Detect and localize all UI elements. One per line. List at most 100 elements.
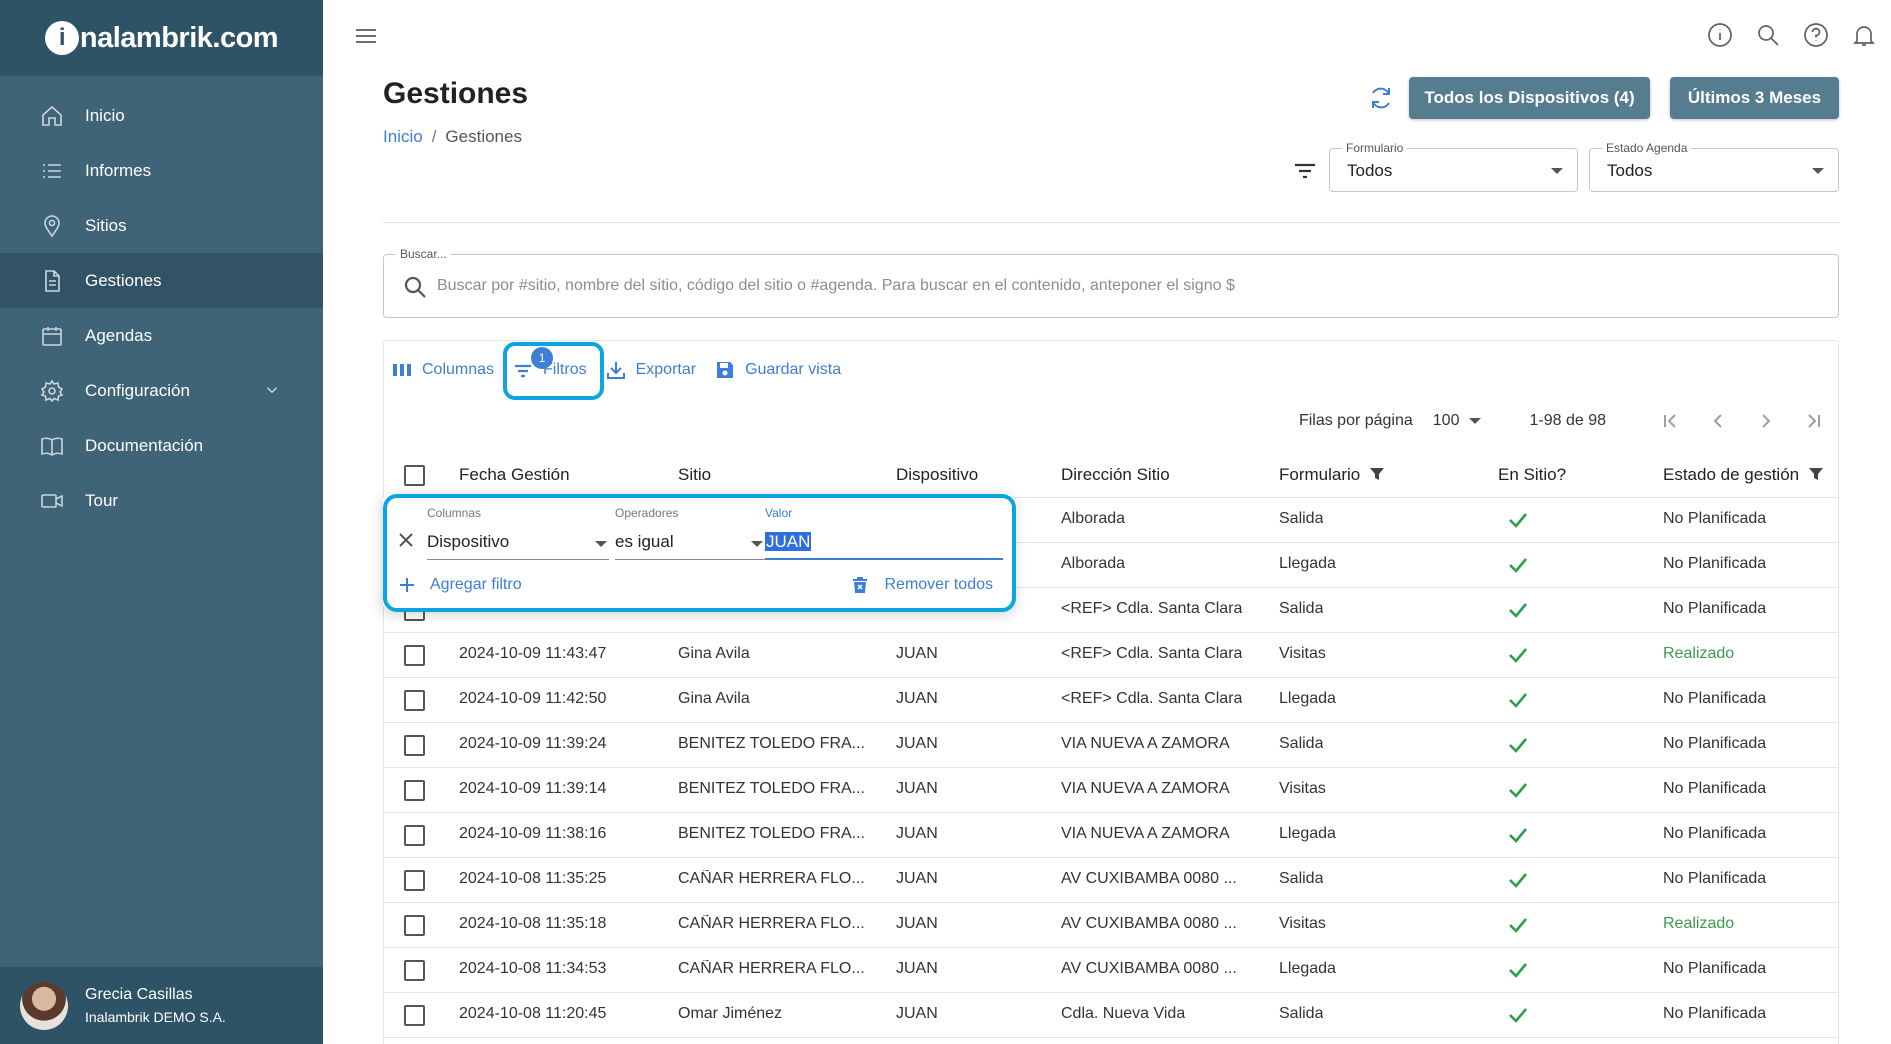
download-icon	[606, 362, 625, 379]
column-header-label: Estado de gestión	[1663, 465, 1800, 484]
last-months-button[interactable]: Últimos 3 Meses	[1670, 77, 1839, 119]
table-row[interactable]: 2024-10-08 11:34:53 CAÑAR HERRERA FLO... J…	[384, 948, 1838, 993]
filter-value-label: Valor	[765, 506, 793, 520]
cell-direccion: <REF> Cdla. Santa Clara	[1061, 600, 1243, 617]
column-header-sitio[interactable]: Sitio	[678, 465, 711, 485]
select-all-checkbox[interactable]	[404, 465, 425, 486]
filter-column-field[interactable]: Columnas Dispositivo	[427, 506, 609, 560]
pagination-range: 1-98 de 98	[1529, 412, 1606, 429]
menu-icon[interactable]	[354, 26, 378, 46]
sidebar-item-label: Tour	[85, 490, 119, 510]
row-checkbox[interactable]	[404, 780, 425, 801]
columns-button-label: Columnas	[422, 361, 495, 378]
row-checkbox[interactable]	[404, 735, 425, 756]
next-page-icon[interactable]	[1742, 411, 1790, 431]
cell-sitio: BENITEZ TOLEDO FRA...	[678, 780, 865, 797]
sidebar-item-tour[interactable]: Tour	[0, 473, 323, 528]
column-header-fecha[interactable]: Fecha Gestión	[459, 465, 570, 485]
cell-fecha: 2024-10-08 11:35:25	[459, 870, 607, 887]
breadcrumb-current: Gestiones	[445, 127, 522, 146]
remove-all-button[interactable]: Remover todos	[851, 576, 993, 594]
sidebar-item-gestiones[interactable]: Gestiones	[0, 253, 323, 308]
grid-toolbar: Columnas 1 Filtros Exportar Guardar vist…	[391, 342, 859, 400]
user-profile[interactable]: Grecia Casillas Inalambrik DEMO S.A.	[0, 967, 323, 1044]
filter-value-input[interactable]: JUAN	[765, 530, 1003, 560]
column-header-dispositivo[interactable]: Dispositivo	[896, 465, 978, 485]
table-row[interactable]: 2024-10-08 11:35:18 CAÑAR HERRERA FLO... J…	[384, 903, 1838, 948]
cell-sitio: CAÑAR HERRERA FLO...	[678, 915, 865, 932]
search-box: Buscar...	[383, 247, 1839, 318]
column-header-direccion[interactable]: Dirección Sitio	[1061, 465, 1170, 485]
info-icon[interactable]	[1707, 22, 1733, 53]
column-header-en-sitio[interactable]: En Sitio?	[1498, 465, 1566, 485]
table-row[interactable]: 2024-10-08 11:20:45 Omar Jiménez JUAN Cdla.…	[384, 993, 1838, 1038]
row-checkbox[interactable]	[404, 915, 425, 936]
search-icon[interactable]	[1755, 22, 1781, 53]
first-page-icon[interactable]	[1646, 411, 1694, 431]
filter-list-icon[interactable]	[1292, 158, 1318, 189]
bell-icon[interactable]	[1851, 22, 1877, 53]
filter-value-field[interactable]: Valor JUAN	[765, 506, 1003, 560]
sidebar-item-sitios[interactable]: Sitios	[0, 198, 323, 253]
sidebar-item-inicio[interactable]: Inicio	[0, 88, 323, 143]
sidebar-item-label: Inicio	[85, 105, 125, 125]
table-row[interactable]: 2024-10-09 11:38:16 BENITEZ TOLEDO FRA...…	[384, 813, 1838, 858]
table-row[interactable]: 2024-10-09 11:39:14 BENITEZ TOLEDO FRA...…	[384, 768, 1838, 813]
cell-sitio: Gina Avila	[678, 690, 750, 707]
location-pin-icon	[40, 214, 64, 238]
help-icon[interactable]	[1803, 22, 1829, 53]
cell-estado: No Planificada	[1663, 1005, 1767, 1022]
columns-button[interactable]: Columnas	[391, 354, 494, 386]
export-button[interactable]: Exportar	[605, 354, 696, 386]
table-row[interactable]: 2024-10-09 11:42:50 Gina Avila JUAN <REF> C…	[384, 678, 1838, 723]
filter-operator-field[interactable]: Operadores es igual	[615, 506, 765, 560]
filter-column-select[interactable]: Dispositivo	[427, 530, 609, 560]
formulario-select[interactable]: Formulario Todos	[1329, 141, 1578, 192]
cell-direccion: <REF> Cdla. Santa Clara	[1061, 690, 1243, 707]
filter-column-value: Dispositivo	[427, 532, 510, 551]
sidebar-item-configuracion[interactable]: Configuración	[0, 363, 323, 418]
search-input[interactable]	[437, 271, 1817, 301]
last-page-icon[interactable]	[1790, 411, 1838, 431]
rows-per-page-select[interactable]: 100	[1433, 412, 1460, 430]
table-row[interactable]: 2024-10-09 11:43:47 Gina Avila JUAN <REF> C…	[384, 633, 1838, 678]
pagination: Filas por página 100 1-98 de 98	[1299, 401, 1838, 441]
refresh-icon[interactable]	[1367, 84, 1395, 117]
column-header-formulario[interactable]: Formulario	[1279, 465, 1386, 485]
table-row[interactable]: 2024-10-08 11:35:25 CAÑAR HERRERA FLO... J…	[384, 858, 1838, 903]
row-checkbox[interactable]	[404, 690, 425, 711]
sidebar-item-label: Sitios	[85, 215, 127, 235]
row-checkbox[interactable]	[404, 825, 425, 846]
prev-page-icon[interactable]	[1694, 411, 1742, 431]
add-filter-button[interactable]: Agregar filtro	[398, 576, 522, 594]
row-checkbox[interactable]	[404, 1005, 425, 1026]
brand-logo[interactable]: i nalambrik.com	[44, 21, 279, 55]
check-icon	[1506, 958, 1530, 987]
search-icon	[402, 274, 428, 305]
estado-agenda-select[interactable]: Estado Agenda Todos	[1589, 141, 1839, 192]
all-devices-button[interactable]: Todos los Dispositivos (4)	[1409, 77, 1650, 119]
cell-estado: No Planificada	[1663, 735, 1767, 752]
breadcrumb: Inicio / Gestiones	[383, 127, 522, 147]
cell-direccion: Alborada	[1061, 510, 1126, 527]
cell-formulario: Llegada	[1279, 690, 1336, 707]
cell-direccion: <REF> Cdla. Santa Clara	[1061, 645, 1243, 662]
sidebar-item-documentacion[interactable]: Documentación	[0, 418, 323, 473]
search-label: Buscar...	[396, 247, 451, 261]
remove-filter-icon[interactable]	[398, 532, 414, 553]
dropdown-arrow-icon[interactable]	[1469, 418, 1482, 424]
save-view-button[interactable]: Guardar vista	[714, 354, 841, 386]
row-checkbox[interactable]	[404, 960, 425, 981]
breadcrumb-home[interactable]: Inicio	[383, 127, 423, 146]
breadcrumb-separator: /	[431, 127, 437, 146]
column-header-estado[interactable]: Estado de gestión	[1663, 465, 1825, 485]
sidebar-item-informes[interactable]: Informes	[0, 143, 323, 198]
chevron-down-icon[interactable]	[263, 381, 281, 404]
row-checkbox[interactable]	[404, 645, 425, 666]
sidebar-item-agendas[interactable]: Agendas	[0, 308, 323, 363]
row-checkbox[interactable]	[404, 870, 425, 891]
filter-operator-select[interactable]: es igual	[615, 530, 765, 560]
estado-agenda-select-label: Estado Agenda	[1602, 141, 1692, 155]
cell-direccion: VIA NUEVA A ZAMORA	[1061, 735, 1230, 752]
table-row[interactable]: 2024-10-09 11:39:24 BENITEZ TOLEDO FRA...…	[384, 723, 1838, 768]
